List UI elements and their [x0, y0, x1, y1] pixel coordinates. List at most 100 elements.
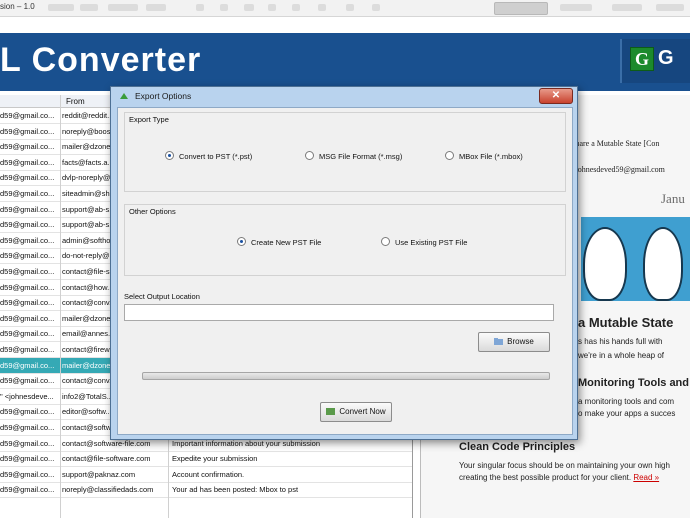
mail-to-cell: d59@gmail.co...	[0, 407, 55, 417]
column-divider[interactable]	[60, 95, 61, 518]
menu-item-faded[interactable]	[146, 4, 166, 11]
close-icon[interactable]: ✕	[539, 88, 573, 104]
mail-to-cell: d59@gmail.co...	[0, 438, 55, 448]
dialog-body: Export Type Convert to PST (*.pst) MSG F…	[117, 107, 573, 435]
logo-g-icon: G	[630, 47, 654, 71]
toolbar-icon[interactable]	[196, 4, 204, 11]
logo-text: G	[658, 47, 674, 69]
other-options-group: Other Options Create New PST File Use Ex…	[124, 204, 566, 276]
preview-text: o make your apps a succes	[578, 409, 676, 418]
mail-from-cell: noreply@classifiedads.com	[62, 485, 154, 495]
radio-label: Create New PST File	[251, 238, 322, 247]
brand-logo: G G	[620, 39, 690, 83]
output-location-label: Select Output Location	[124, 292, 200, 301]
mail-to-cell: d59@gmail.co...	[0, 126, 55, 136]
preview-subject: Share a Mutable State [Con	[571, 139, 660, 148]
app-header: L Converter G G	[0, 33, 690, 91]
conversion-progress-bar	[142, 372, 550, 380]
radio-button[interactable]	[165, 151, 174, 160]
radio-button[interactable]	[445, 151, 454, 160]
toolbar-icon[interactable]	[346, 4, 354, 11]
toolbar-tab[interactable]	[656, 4, 684, 11]
convert-icon	[326, 408, 336, 415]
radio-button[interactable]	[381, 237, 390, 246]
preview-text: Your singular focus should be on maintai…	[459, 461, 670, 470]
preview-date: Janu	[661, 191, 685, 206]
menu-item-faded[interactable]	[48, 4, 74, 11]
mail-to-cell: d59@gmail.co...	[0, 142, 55, 152]
preview-text: creating the best possible product for y…	[459, 473, 659, 482]
browse-button[interactable]: Browse	[478, 332, 550, 352]
penguin-illustration	[643, 227, 683, 301]
radio-label: MSG File Format (*.msg)	[319, 152, 403, 161]
toolbar-icon[interactable]	[318, 4, 326, 11]
toolbar-icon[interactable]	[372, 4, 380, 11]
mail-to-cell: " <johnesdeve...	[0, 391, 54, 401]
preview-heading: Monitoring Tools and T	[578, 377, 690, 389]
mail-to-cell: d59@gmail.co...	[0, 173, 55, 183]
dialog-titlebar[interactable]: Export Options ✕	[111, 87, 577, 105]
window-titlebar: sion – 1.0	[0, 0, 690, 17]
preview-heading: a Mutable State	[578, 315, 674, 330]
mail-to-cell: d59@gmail.co...	[0, 267, 55, 276]
toolbar-tab[interactable]	[612, 4, 642, 11]
read-more-link[interactable]: Read »	[633, 473, 659, 482]
mail-to-cell: d59@gmail.co...	[0, 157, 55, 167]
mail-to-cell: d59@gmail.co...	[0, 298, 55, 308]
radio-label: Convert to PST (*.pst)	[179, 152, 253, 161]
mail-subject-cell: Your ad has been posted: Mbox to pst	[172, 485, 299, 495]
mail-to-cell: d59@gmail.co...	[0, 220, 55, 230]
toolbar-tab[interactable]	[560, 4, 592, 11]
mail-to-cell: d59@gmail.co...	[0, 251, 55, 261]
toolbar-icon[interactable]	[292, 4, 300, 11]
export-type-label: Export Type	[129, 115, 169, 124]
output-location-input[interactable]	[124, 304, 554, 321]
mail-row[interactable]: d59@gmail.co... support@paknaz.com Account…	[0, 467, 412, 483]
folder-icon	[494, 338, 504, 345]
mail-to-cell: d59@gmail.co...	[0, 360, 55, 370]
newsletter-banner-image	[581, 217, 690, 301]
toolbar-icon[interactable]	[268, 4, 276, 11]
mail-to-cell: d59@gmail.co...	[0, 189, 55, 198]
mail-to-cell: d59@gmail.co...	[0, 329, 55, 339]
mail-to-cell: d59@gmail.co...	[0, 111, 55, 120]
mail-to-cell: d59@gmail.co...	[0, 454, 55, 464]
radio-label: Use Existing PST File	[395, 238, 468, 247]
from-column-header[interactable]: From	[66, 97, 85, 106]
radio-convert-pst[interactable]: Convert to PST (*.pst)	[165, 151, 252, 161]
mail-to-cell: d59@gmail.co...	[0, 376, 55, 386]
penguin-illustration	[583, 227, 627, 301]
mail-to-cell: d59@gmail.co...	[0, 469, 55, 479]
radio-label: MBox File (*.mbox)	[459, 152, 523, 161]
preview-text: we're in a whole heap of	[578, 351, 665, 360]
menu-item-faded[interactable]	[80, 4, 98, 11]
toolbar-icon[interactable]	[220, 4, 228, 11]
convert-now-button[interactable]: Convert Now	[320, 402, 392, 422]
export-type-group: Export Type Convert to PST (*.pst) MSG F…	[124, 112, 566, 192]
radio-create-new-pst[interactable]: Create New PST File	[237, 237, 321, 247]
mail-row[interactable]: d59@gmail.co... noreply@classifiedads.com…	[0, 482, 412, 499]
dialog-title: Export Options	[135, 91, 192, 101]
mail-row[interactable]: d59@gmail.co... contact@file-software.com…	[0, 451, 412, 468]
radio-button[interactable]	[305, 151, 314, 160]
app-title: L Converter	[0, 41, 202, 79]
mail-to-cell: d59@gmail.co...	[0, 485, 55, 495]
mail-to-cell: d59@gmail.co...	[0, 423, 55, 432]
mail-subject-cell: Account confirmation.	[172, 469, 245, 479]
preview-text-line: creating the best possible product for y…	[459, 473, 632, 482]
preview-from: <johnesdeved59@gmail.com	[571, 165, 665, 174]
mail-from-cell: support@paknaz.com	[62, 469, 136, 479]
app-leaf-icon	[120, 93, 128, 99]
toolbar-icon[interactable]	[244, 4, 254, 11]
convert-label: Convert Now	[339, 407, 386, 416]
radio-button[interactable]	[237, 237, 246, 246]
radio-mbox-file[interactable]: MBox File (*.mbox)	[445, 151, 523, 161]
preview-text: s has his hands full with	[578, 337, 663, 346]
other-options-label: Other Options	[129, 207, 176, 216]
export-options-dialog: Export Options ✕ Export Type Convert to …	[110, 86, 578, 440]
radio-use-existing-pst[interactable]: Use Existing PST File	[381, 237, 467, 247]
toolbar-tab-active[interactable]	[494, 2, 548, 15]
radio-msg-format[interactable]: MSG File Format (*.msg)	[305, 151, 402, 161]
menu-item-faded[interactable]	[108, 4, 138, 11]
mail-to-cell: d59@gmail.co...	[0, 235, 55, 245]
